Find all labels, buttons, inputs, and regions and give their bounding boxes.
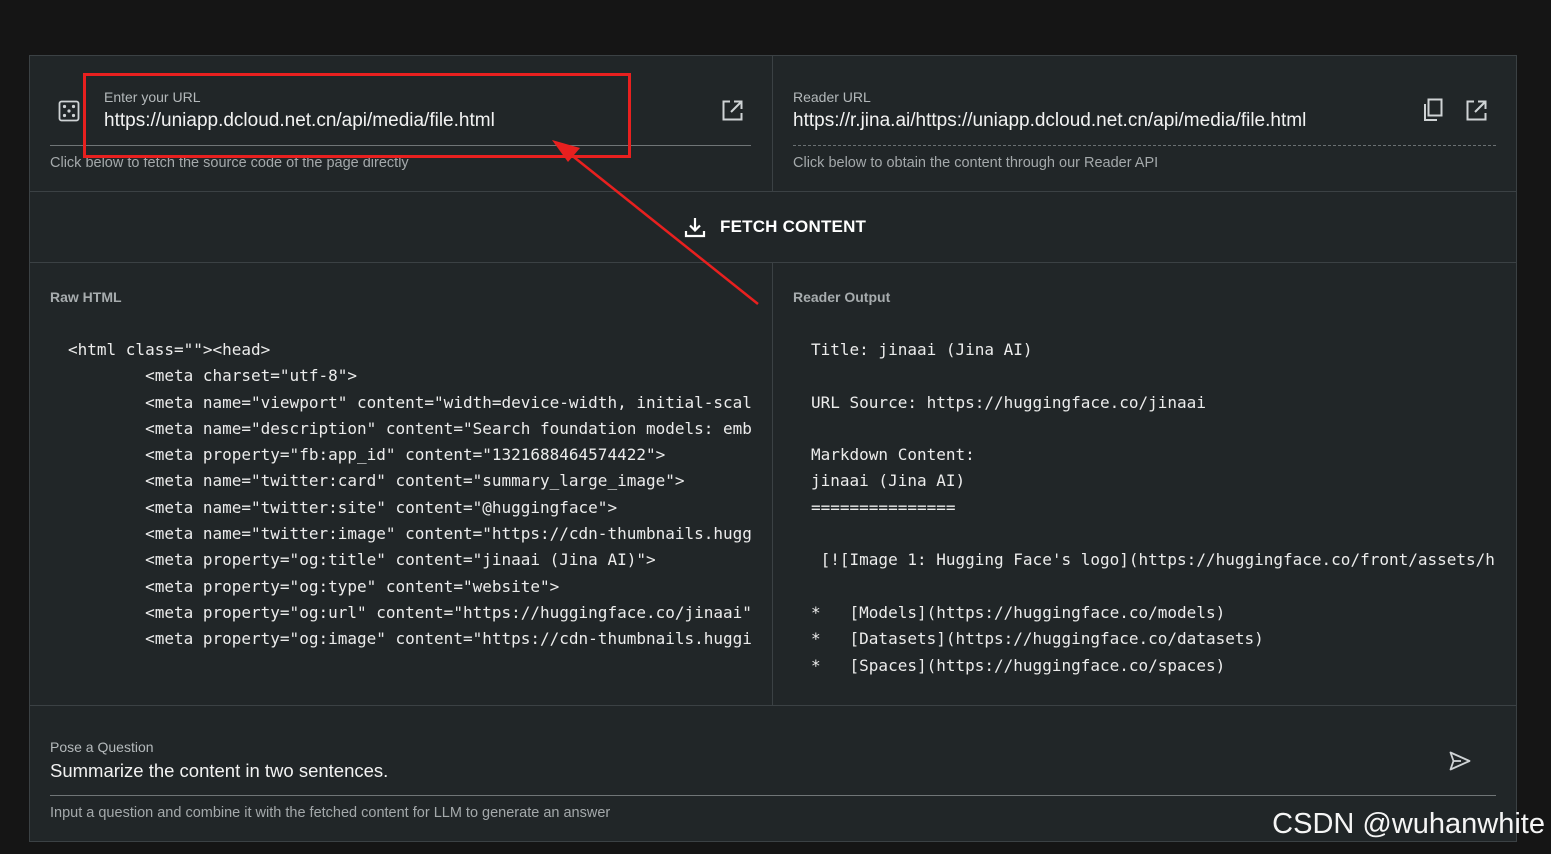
reader-url-underline bbox=[793, 145, 1496, 146]
code-line: =============== bbox=[811, 497, 956, 517]
code-line: <meta property="og:type" content="websit… bbox=[68, 576, 560, 596]
code-line: * [Models](https://huggingface.co/models… bbox=[811, 602, 1226, 622]
code-line: <meta name="viewport" content="width=dev… bbox=[68, 392, 752, 412]
open-external-icon[interactable] bbox=[721, 99, 744, 122]
code-line: <meta name="twitter:image" content="http… bbox=[68, 524, 752, 544]
code-line: <meta charset="utf-8"> bbox=[68, 366, 357, 386]
raw-html-title: Raw HTML bbox=[50, 289, 122, 305]
code-line: * [Datasets](https://huggingface.co/data… bbox=[811, 629, 1264, 649]
fetch-row-top-divider bbox=[30, 191, 1516, 192]
raw-html-content: <html class=""><head> <meta charset="utf… bbox=[68, 337, 752, 684]
code-line: <link rel="stylesheet" href="/front/buil… bbox=[68, 679, 752, 684]
question-input[interactable]: Summarize the content in two sentences. bbox=[50, 760, 388, 782]
code-line: <html class=""><head> bbox=[68, 340, 271, 359]
question-row-divider bbox=[30, 705, 1516, 706]
reader-output-title: Reader Output bbox=[793, 289, 891, 305]
reader-url-label: Reader URL bbox=[793, 89, 871, 105]
fetch-row-bottom-divider bbox=[30, 262, 1516, 263]
send-icon[interactable] bbox=[1449, 751, 1471, 771]
code-line: <meta property="og:title" content="jinaa… bbox=[68, 550, 656, 570]
copy-icon[interactable] bbox=[1422, 98, 1444, 122]
code-line: <meta property="og:url" content="https:/… bbox=[68, 602, 752, 622]
watermark: CSDN @wuhanwhite bbox=[1272, 808, 1545, 840]
code-line: <meta name="twitter:site" content="@hugg… bbox=[68, 497, 618, 517]
question-input-underline bbox=[50, 795, 1496, 796]
code-line: Title: jinaai (Jina AI) bbox=[811, 340, 1033, 359]
reader-output-content: Title: jinaai (Jina AI) URL Source: http… bbox=[811, 337, 1496, 684]
code-line: <meta property="og:image" content="https… bbox=[68, 629, 752, 649]
question-label: Pose a Question bbox=[50, 739, 154, 755]
code-line: Markdown Content: bbox=[811, 445, 975, 465]
top-divider-vertical bbox=[772, 56, 773, 191]
annotation-arrow-icon bbox=[552, 140, 759, 305]
code-line: <meta name="description" content="Search… bbox=[68, 418, 752, 438]
code-line: jinaai (Jina AI) bbox=[811, 471, 966, 491]
question-hint: Input a question and combine it with the… bbox=[50, 805, 611, 821]
reader-url-value[interactable]: https://r.jina.ai/https://uniapp.dcloud.… bbox=[793, 110, 1306, 132]
code-line: <meta property="fb:app_id" content="1321… bbox=[68, 445, 666, 465]
code-line: URL Source: https://huggingface.co/jinaa… bbox=[811, 392, 1206, 412]
open-external-icon[interactable] bbox=[1465, 99, 1488, 122]
code-line: * [Posts](https://huggingface.co/posts) bbox=[811, 679, 1496, 684]
code-line: [![Image 1: Hugging Face's logo](https:/… bbox=[811, 550, 1496, 570]
reader-url-hint: Click below to obtain the content throug… bbox=[793, 155, 1159, 171]
content-divider-vertical bbox=[772, 263, 773, 705]
code-line: <meta name="twitter:card" content="summa… bbox=[68, 471, 685, 491]
dice-icon[interactable] bbox=[58, 100, 80, 122]
code-line: * [Spaces](https://huggingface.co/spaces… bbox=[811, 655, 1226, 675]
